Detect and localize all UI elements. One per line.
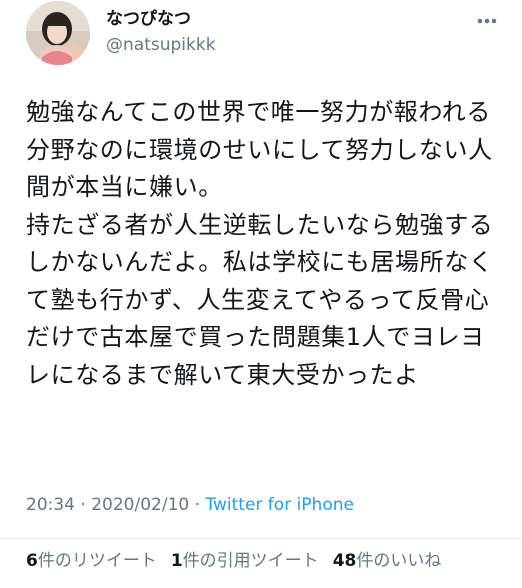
tweet-date[interactable]: 2020/02/10	[91, 495, 189, 515]
user-handle[interactable]: @natsupikkk	[106, 34, 216, 56]
meta-separator: ·	[75, 495, 92, 515]
tweet-source-link[interactable]: Twitter for iPhone	[205, 495, 354, 515]
quotes-label: 件の引用ツイート	[182, 551, 319, 571]
display-name[interactable]: なつぴなつ	[106, 8, 191, 30]
tweet-time[interactable]: 20:34	[26, 495, 75, 515]
likes-label: 件のいいね	[356, 551, 442, 571]
divider	[0, 538, 522, 539]
retweets-stat[interactable]: 6件のリツイート	[26, 549, 157, 573]
avatar[interactable]	[26, 1, 90, 65]
tweet-detail: なつぴなつ @natsupikkk 勉強なんてこの世界で唯一努力が報われる分野な…	[0, 0, 522, 588]
retweets-label: 件のリツイート	[37, 551, 157, 571]
tweet-header: なつぴなつ @natsupikkk	[0, 0, 522, 80]
meta-separator-2: ·	[189, 495, 206, 515]
quotes-stat[interactable]: 1件の引用ツイート	[171, 549, 319, 573]
tweet-stats: 6件のリツイート 1件の引用ツイート 48件のいいね	[26, 549, 455, 573]
quotes-count: 1	[170, 551, 183, 571]
tweet-text: 勉強なんてこの世界で唯一努力が報われる分野なのに環境のせいにして努力しない人間が…	[26, 98, 494, 389]
avatar-image	[26, 1, 90, 65]
likes-stat[interactable]: 48件のいいね	[333, 549, 442, 573]
tweet-meta: 20:34 · 2020/02/10 · Twitter for iPhone	[26, 493, 354, 517]
retweets-count: 6	[26, 551, 38, 571]
more-horizontal-icon[interactable]	[472, 6, 502, 36]
likes-count: 48	[332, 551, 357, 571]
